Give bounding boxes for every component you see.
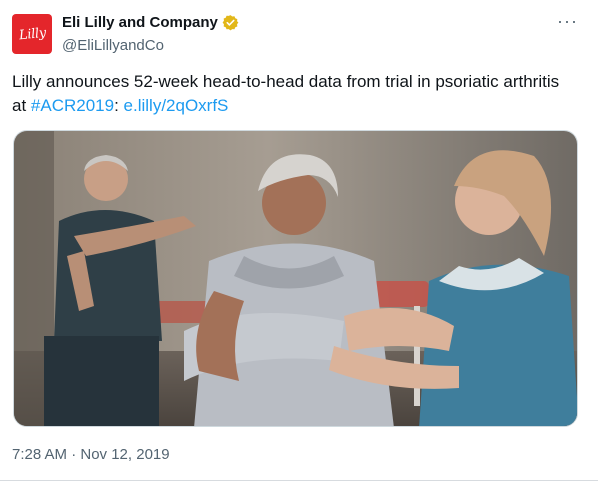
author-row: Eli Lilly and Company: [62, 14, 239, 31]
tweet-photo[interactable]: [13, 130, 578, 427]
author-name[interactable]: Eli Lilly and Company: [62, 14, 218, 31]
photo-illustration: [14, 131, 577, 426]
tweet-card: Lilly Eli Lilly and Company @EliLillyand…: [0, 0, 598, 481]
url-link[interactable]: e.lilly/2qOxrfS: [124, 96, 229, 115]
avatar-logo-text: Lilly: [17, 25, 47, 43]
tweet-text: Lilly announces 52-week head-to-head dat…: [12, 70, 572, 118]
hashtag-link[interactable]: #ACR2019: [31, 96, 114, 115]
author-handle[interactable]: @EliLillyandCo: [62, 37, 164, 54]
tweet-timestamp[interactable]: 7:28 AM · Nov 12, 2019: [12, 446, 170, 463]
avatar[interactable]: Lilly: [12, 14, 52, 54]
more-options-icon[interactable]: ···: [557, 12, 578, 30]
verified-badge-icon: [222, 15, 239, 31]
tweet-text-separator: :: [114, 96, 124, 115]
